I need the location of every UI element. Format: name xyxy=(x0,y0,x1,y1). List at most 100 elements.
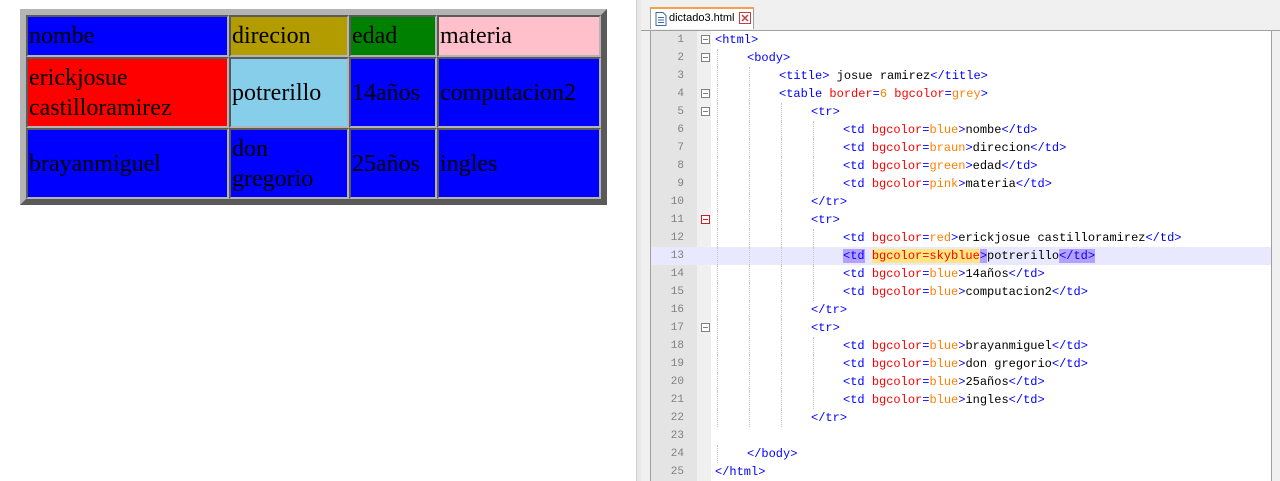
code-text: <td bgcolor=braun>direcion</td> xyxy=(843,141,1067,155)
indent-guide xyxy=(717,121,718,139)
indent-guide xyxy=(717,301,718,319)
line-number: 16 xyxy=(670,304,684,316)
code-line[interactable]: 22 </tr> xyxy=(651,409,1271,427)
close-icon[interactable] xyxy=(739,12,751,24)
code-text: <table border=6 bgcolor=grey> xyxy=(779,87,988,101)
editor-pane: dictado3.html 1 <html> 2 <body> 3 <title> jos… xyxy=(641,0,1280,481)
code-line[interactable]: 21 <td bgcolor=blue>ingles</td> xyxy=(651,391,1271,409)
code-text: <tr> xyxy=(811,321,840,335)
indent-guide xyxy=(717,409,718,427)
code-line[interactable]: 3 <title> josue ramirez</title> xyxy=(651,67,1271,85)
code-text: <html> xyxy=(715,33,759,47)
code-text: <td bgcolor=blue>brayanmiguel</td> xyxy=(843,339,1088,353)
indent-guide xyxy=(717,103,718,121)
fold-toggle-icon[interactable] xyxy=(701,107,710,116)
fold-toggle-icon[interactable] xyxy=(701,35,710,44)
code-line[interactable]: 20 <td bgcolor=blue>25años</td> xyxy=(651,373,1271,391)
indent-guide xyxy=(717,85,718,103)
table-row: nombe direcion edad materia xyxy=(26,15,601,57)
indent-guide xyxy=(749,67,750,85)
code-line[interactable]: 8 <td bgcolor=green>edad</td> xyxy=(651,157,1271,175)
code-line[interactable]: 12 <td bgcolor=red>erickjosue castilloram… xyxy=(651,229,1271,247)
code-text: <td bgcolor=blue>25años</td> xyxy=(843,375,1045,389)
code-text: <td bgcolor=blue>ingles</td> xyxy=(843,393,1045,407)
indent-guide xyxy=(749,409,750,427)
indent-guide xyxy=(813,175,814,193)
code-text: <td bgcolor=red>erickjosue castilloramir… xyxy=(843,231,1182,245)
code-text: <td bgcolor=blue>computacion2</td> xyxy=(843,285,1088,299)
line-number: 10 xyxy=(670,196,684,208)
line-number: 6 xyxy=(677,124,684,136)
code-text: <tr> xyxy=(811,105,840,119)
tab-dictado3[interactable]: dictado3.html xyxy=(650,7,754,29)
code-line[interactable]: 4 <table border=6 bgcolor=grey> xyxy=(651,85,1271,103)
code-editor[interactable]: 1 <html> 2 <body> 3 <title> josue ramirez</ti… xyxy=(650,31,1272,481)
code-line[interactable]: 11 <tr> xyxy=(651,211,1271,229)
indent-guide xyxy=(717,157,718,175)
code-line[interactable]: 19 <td bgcolor=blue>don gregorio</td> xyxy=(651,355,1271,373)
indent-guide xyxy=(813,355,814,373)
code-text: <title> josue ramirez</title> xyxy=(779,69,988,83)
code-line[interactable]: 6 <td bgcolor=blue>nombe</td> xyxy=(651,121,1271,139)
code-line[interactable]: 17 <tr> xyxy=(651,319,1271,337)
indent-guide xyxy=(781,409,782,427)
code-line[interactable]: 1 <html> xyxy=(651,31,1271,49)
fold-toggle-icon[interactable] xyxy=(701,215,710,224)
code-line[interactable]: 18 <td bgcolor=blue>brayanmiguel</td> xyxy=(651,337,1271,355)
indent-guide xyxy=(717,139,718,157)
indent-guide xyxy=(813,139,814,157)
indent-guide xyxy=(749,283,750,301)
code-line[interactable]: 9 <td bgcolor=pink>materia</td> xyxy=(651,175,1271,193)
code-lines[interactable]: 1 <html> 2 <body> 3 <title> josue ramirez</ti… xyxy=(651,31,1271,481)
indent-guide xyxy=(781,139,782,157)
indent-guide xyxy=(717,67,718,85)
code-line[interactable]: 16 </tr> xyxy=(651,301,1271,319)
line-number: 20 xyxy=(670,376,684,388)
code-line[interactable]: 24 </body> xyxy=(651,445,1271,463)
indent-guide xyxy=(813,373,814,391)
code-line[interactable]: 23 xyxy=(651,427,1271,445)
code-text: <td bgcolor=blue>14años</td> xyxy=(843,267,1045,281)
code-line[interactable]: 15 <td bgcolor=blue>computacion2</td> xyxy=(651,283,1271,301)
code-text: <td bgcolor=skyblue>potrerillo</td> xyxy=(843,249,1096,263)
line-number: 14 xyxy=(670,268,684,280)
line-number: 15 xyxy=(670,286,684,298)
indent-guide xyxy=(781,229,782,247)
table-cell: ingles xyxy=(437,128,601,199)
indent-guide xyxy=(813,337,814,355)
line-number: 11 xyxy=(670,214,684,226)
line-number: 12 xyxy=(670,232,684,244)
indent-guide xyxy=(717,391,718,409)
line-number: 5 xyxy=(677,106,684,118)
indent-guide xyxy=(749,373,750,391)
indent-guide xyxy=(781,265,782,283)
code-line[interactable]: 5 <tr> xyxy=(651,103,1271,121)
code-line[interactable]: 7 <td bgcolor=braun>direcion</td> xyxy=(651,139,1271,157)
fold-toggle-icon[interactable] xyxy=(701,53,710,62)
indent-guide xyxy=(749,265,750,283)
line-number: 17 xyxy=(670,322,684,334)
code-line[interactable]: 14 <td bgcolor=blue>14años</td> xyxy=(651,265,1271,283)
line-number: 9 xyxy=(677,178,684,190)
indent-guide xyxy=(749,301,750,319)
indent-guide xyxy=(749,229,750,247)
fold-toggle-icon[interactable] xyxy=(701,89,710,98)
code-line[interactable]: 10 </tr> xyxy=(651,193,1271,211)
code-line[interactable]: 2 <body> xyxy=(651,49,1271,67)
line-number: 25 xyxy=(670,466,684,478)
code-text: <td bgcolor=pink>materia</td> xyxy=(843,177,1052,191)
indent-guide xyxy=(781,337,782,355)
line-number: 19 xyxy=(670,358,684,370)
indent-guide xyxy=(717,319,718,337)
indent-guide xyxy=(717,283,718,301)
table-cell: brayanmiguel xyxy=(26,128,229,199)
line-number: 2 xyxy=(677,52,684,64)
code-line[interactable]: 13 <td bgcolor=skyblue>potrerillo</td> xyxy=(651,247,1271,265)
fold-toggle-icon[interactable] xyxy=(701,323,710,332)
indent-guide xyxy=(781,175,782,193)
code-line[interactable]: 25 </html> xyxy=(651,463,1271,481)
indent-guide xyxy=(749,121,750,139)
indent-guide xyxy=(781,247,782,265)
indent-guide xyxy=(717,211,718,229)
indent-guide xyxy=(781,319,782,337)
